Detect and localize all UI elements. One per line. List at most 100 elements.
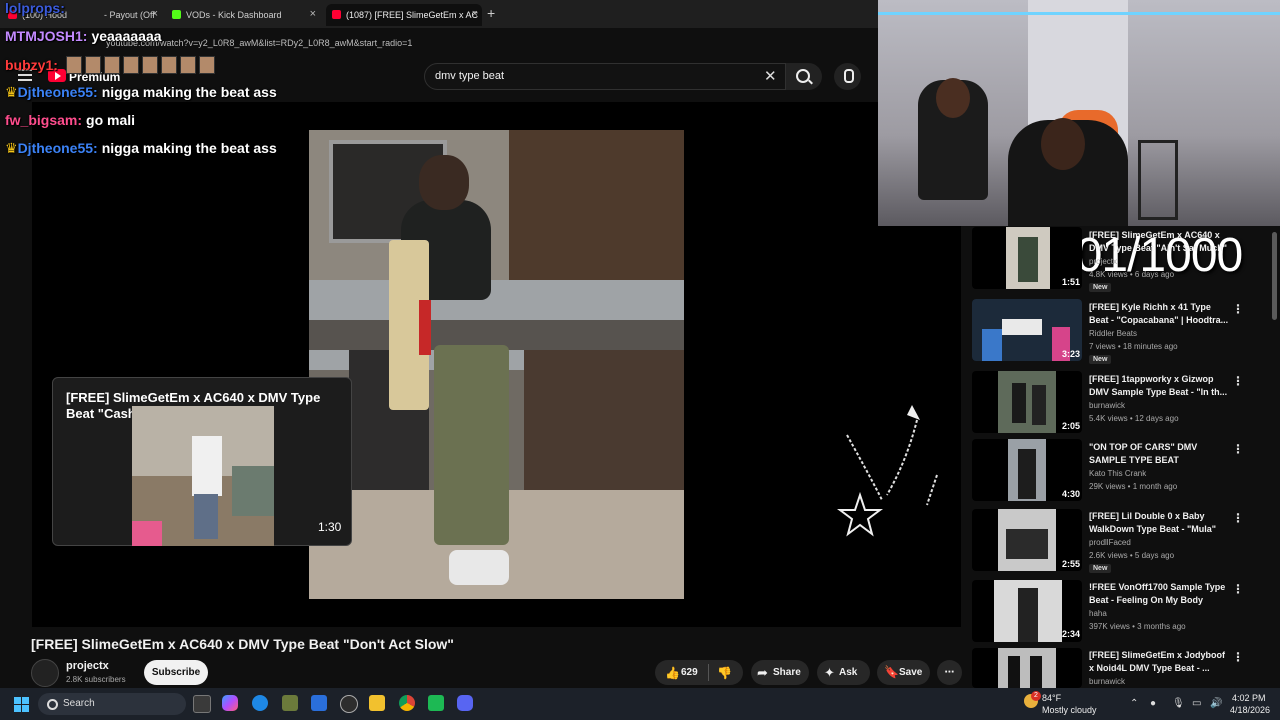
chat-emote-strip [66,56,215,74]
recommendation-duration: 2:05 [1062,421,1081,431]
recommendation-thumbnail[interactable] [972,648,1082,688]
recommendation-title[interactable]: !FREE VonOff1700 Sample Type Beat - Feel… [1089,581,1229,607]
subscribe-button[interactable]: Subscribe [144,660,208,685]
chat-message: MTMJOSH1: yeaaaaaaa [5,28,162,44]
new-badge: New [1089,355,1112,364]
recommendation-channel[interactable]: Kato This Crank [1089,469,1146,478]
video-frame-image [309,130,684,599]
notification-badge: 2 [1031,691,1041,701]
app-icon[interactable] [282,695,298,711]
clear-search-icon[interactable]: ✕ [764,67,777,85]
thumbs-up-icon: 👍 [665,666,680,680]
recommendation-meta: 4.8K views • 6 days ago [1089,270,1175,279]
video-title: [FREE] SlimeGetEm x AC640 x DMV Type Bea… [31,636,454,652]
emote-icon [85,56,101,74]
more-options-icon[interactable]: ⋮ [1232,650,1244,664]
more-options-icon[interactable]: ⋮ [1232,442,1244,456]
recommendation-meta: 29K views • 1 month ago [1089,482,1178,491]
channel-name[interactable]: projectx [66,660,109,672]
windows-taskbar [0,688,1280,720]
recommendation-channel[interactable]: burnawick [1089,677,1125,686]
recommendation-duration: 3:23 [1062,349,1081,359]
close-tab-icon[interactable]: × [310,8,316,20]
weather-temperature[interactable]: 84°F [1042,693,1061,703]
bookmark-icon: 🔖 [884,665,899,679]
recommendation-title[interactable]: [FREE] 1tappworky x Gizwop DMV Sample Ty… [1089,373,1229,399]
thumbs-down-icon[interactable]: 👎 [717,666,732,680]
recommendation-duration: 4:30 [1062,489,1081,499]
recommendation-title[interactable]: [FREE] Lil Double 0 x Baby WalkDown Type… [1089,510,1229,536]
weather-description[interactable]: Mostly cloudy [1042,705,1097,715]
app-tray-icon[interactable]: ● [1150,698,1156,709]
chrome-icon[interactable] [399,695,415,711]
recommendation-duration: 2:55 [1062,559,1081,569]
chat-username: Djtheone55: [17,84,98,100]
emote-icon [123,56,139,74]
file-explorer-icon[interactable] [369,695,385,711]
crown-badge-icon: ♛ [5,84,18,100]
app-icon[interactable] [340,695,358,713]
more-options-icon[interactable]: ⋮ [1232,374,1244,388]
new-badge: New [1089,564,1112,573]
chat-text: yeaaaaaaa [91,28,162,44]
recommendation-title[interactable]: [FREE] SlimeGetEm x AC640 x DMV Type Bea… [1089,229,1229,255]
chat-username: fw_bigsam: [5,112,83,128]
emote-icon [66,56,82,74]
microphone-icon [844,69,854,83]
taskbar-search-label[interactable]: Search [63,698,95,709]
crown-badge-icon: ♛ [5,140,18,156]
search-query[interactable]: dmv type beat [435,70,504,82]
recommendation-channel[interactable]: prodllFaced [1089,538,1131,547]
recommendation-channel[interactable]: projectx [1089,257,1117,266]
close-tab-icon[interactable]: × [472,8,478,20]
chat-username: MTMJOSH1: [5,28,88,44]
chat-text: go mali [86,112,136,128]
youtube-favicon-icon [332,10,341,19]
discord-icon[interactable] [457,695,473,711]
recommendation-meta: 7 views • 18 minutes ago [1089,342,1178,351]
search-icon [796,69,810,83]
taskbar-search-box[interactable] [38,693,186,715]
app-icon[interactable] [428,695,444,711]
endscreen-card-thumbnail[interactable] [132,406,274,546]
recommendation-channel[interactable]: haha [1089,609,1107,618]
recommendation-channel[interactable]: burnawick [1089,401,1125,410]
browser-tab[interactable]: VODs - Kick Dashboard × [166,4,320,26]
emote-icon [142,56,158,74]
windows-start-icon[interactable] [14,697,29,712]
emote-icon [161,56,177,74]
more-actions-button[interactable]: ⋯ [937,660,962,685]
clock-date[interactable]: 4/18/2026 [1230,705,1270,715]
chat-message: ♛Djtheone55: nigga making the beat ass [5,84,277,101]
chevron-up-icon[interactable]: ⌃ [1130,698,1138,709]
sparkle-icon: ✦ [824,665,835,680]
browser-tab[interactable]: - Payout (Off × [84,4,162,26]
recommendation-channel[interactable]: Riddler Beats [1089,329,1137,338]
kick-favicon-icon [172,10,181,19]
scrollbar-thumb[interactable] [1272,232,1277,320]
edge-browser-icon[interactable] [252,695,268,711]
like-dislike-divider [708,664,709,681]
recommendation-title[interactable]: "ON TOP OF CARS" DMV SAMPLE TYPE BEAT [1089,441,1229,467]
new-tab-button[interactable]: + [487,5,495,21]
microsoft-store-icon[interactable] [311,695,327,711]
more-options-icon[interactable]: ⋮ [1232,511,1244,525]
recommendation-title[interactable]: [FREE] Kyle Richh x 41 Type Beat - "Copa… [1089,301,1229,327]
recommendation-title[interactable]: [FREE] SlimeGetEm x Jodyboof x Noid4L DM… [1089,649,1229,675]
chat-text: nigga making the beat ass [101,140,277,156]
clock-time[interactable]: 4:02 PM [1232,693,1266,703]
more-options-icon[interactable]: ⋮ [1232,302,1244,316]
more-options-icon[interactable]: ⋮ [1232,582,1244,596]
recommendation-meta: 397K views • 3 months ago [1089,622,1186,631]
chat-text: nigga making the beat ass [101,84,277,100]
chat-username: lolprops: [5,0,65,16]
channel-avatar[interactable] [31,659,59,687]
microphone-tray-icon[interactable]: 🎙 [1172,698,1185,709]
task-view-icon[interactable] [193,695,211,713]
network-icon[interactable]: ▭ [1192,698,1201,709]
webcam-overlay [878,0,1280,226]
close-tab-icon[interactable]: × [152,8,158,20]
copilot-icon[interactable] [222,695,238,711]
browser-tab-active[interactable]: (1087) [FREE] SlimeGetEm x AC × [326,4,482,26]
volume-icon[interactable]: 🔊 [1210,698,1222,709]
